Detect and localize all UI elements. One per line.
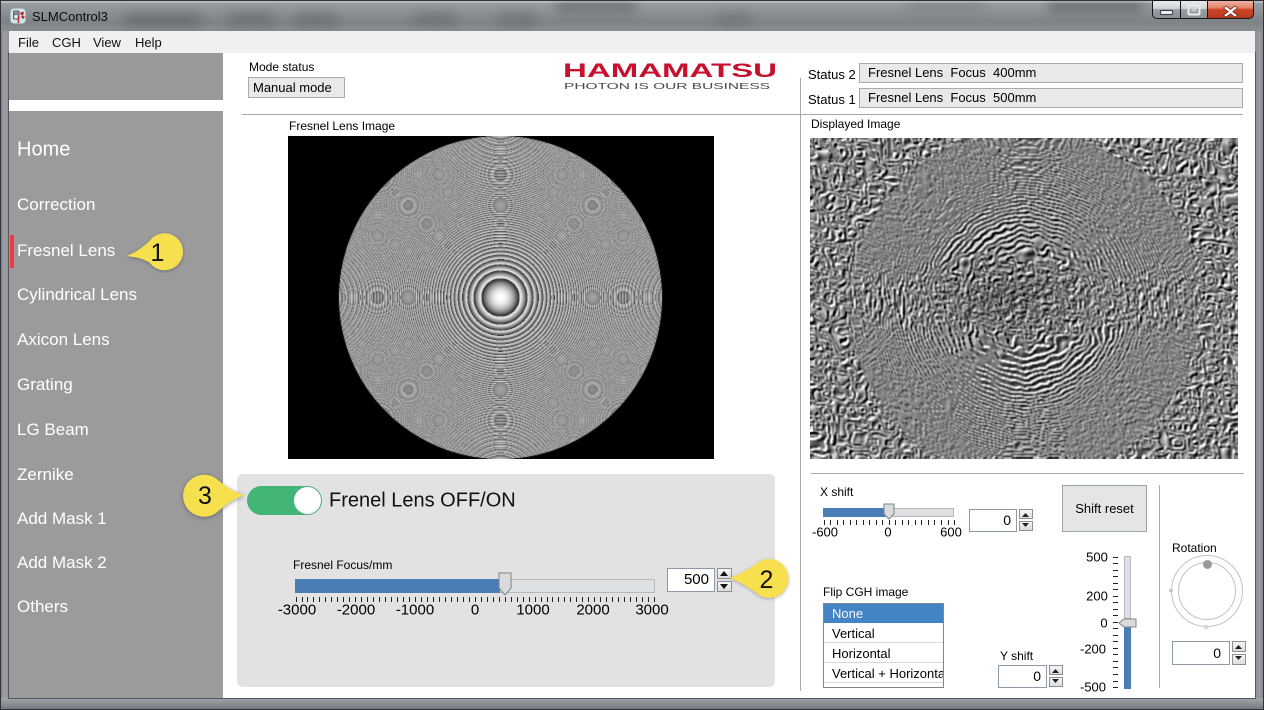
svg-text:HAMAMATSU: HAMAMATSU [563, 60, 777, 82]
svg-text:PHOTON IS OUR BUSINESS: PHOTON IS OUR BUSINESS [564, 81, 771, 91]
